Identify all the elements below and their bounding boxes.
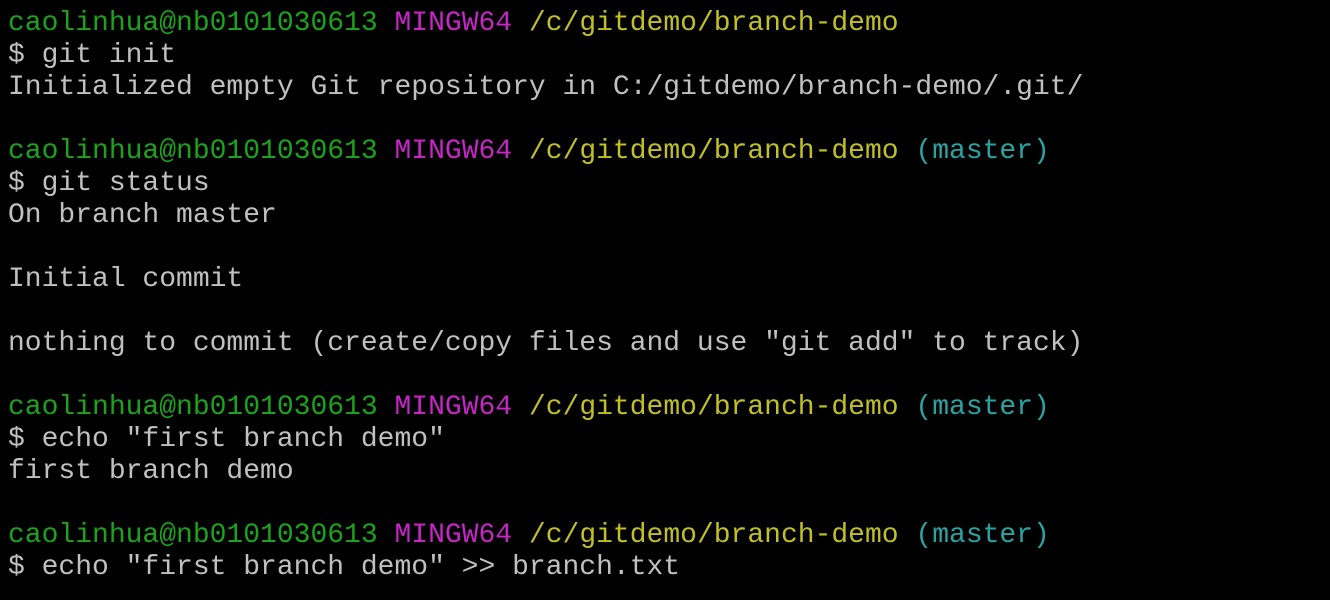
prompt-line: caolinhua@nb0101030613 MINGW64 /c/gitdem… — [8, 520, 1330, 552]
prompt-path: /c/gitdemo/branch-demo — [528, 8, 899, 39]
prompt-branch: (master) — [915, 392, 1050, 423]
prompt-branch: (master) — [915, 520, 1050, 551]
prompt-path: /c/gitdemo/branch-demo — [528, 520, 899, 551]
command-line-current[interactable]: $ echo "first branch demo" >> branch.txt — [8, 552, 1330, 584]
prompt-line: caolinhua@nb0101030613 MINGW64 /c/gitdem… — [8, 136, 1330, 168]
prompt-user-host: caolinhua@nb0101030613 — [8, 8, 378, 39]
prompt-user-host: caolinhua@nb0101030613 — [8, 392, 378, 423]
prompt-line: caolinhua@nb0101030613 MINGW64 /c/gitdem… — [8, 8, 1330, 40]
prompt-system: MINGW64 — [394, 8, 513, 39]
prompt-system: MINGW64 — [394, 520, 513, 551]
output-line: Initial commit — [8, 264, 244, 295]
prompt-system: MINGW64 — [394, 392, 513, 423]
output-line: On branch master — [8, 200, 277, 231]
prompt-user-host: caolinhua@nb0101030613 — [8, 520, 378, 551]
command-line: $ git init — [8, 40, 177, 71]
prompt-line: caolinhua@nb0101030613 MINGW64 /c/gitdem… — [8, 392, 1330, 424]
output-line: first branch demo — [8, 456, 294, 487]
prompt-path: /c/gitdemo/branch-demo — [528, 136, 899, 167]
prompt-branch: (master) — [915, 136, 1050, 167]
terminal-right-edge — [1326, 0, 1330, 600]
output-line: nothing to commit (create/copy files and… — [8, 328, 1084, 359]
output-line: Initialized empty Git repository in C:/g… — [8, 72, 1084, 103]
prompt-path: /c/gitdemo/branch-demo — [528, 392, 899, 423]
command-line: $ echo "first branch demo" — [8, 424, 445, 455]
prompt-user-host: caolinhua@nb0101030613 — [8, 136, 378, 167]
prompt-system: MINGW64 — [394, 136, 513, 167]
command-line: $ git status — [8, 168, 210, 199]
terminal-window[interactable]: caolinhua@nb0101030613 MINGW64 /c/gitdem… — [0, 0, 1330, 600]
